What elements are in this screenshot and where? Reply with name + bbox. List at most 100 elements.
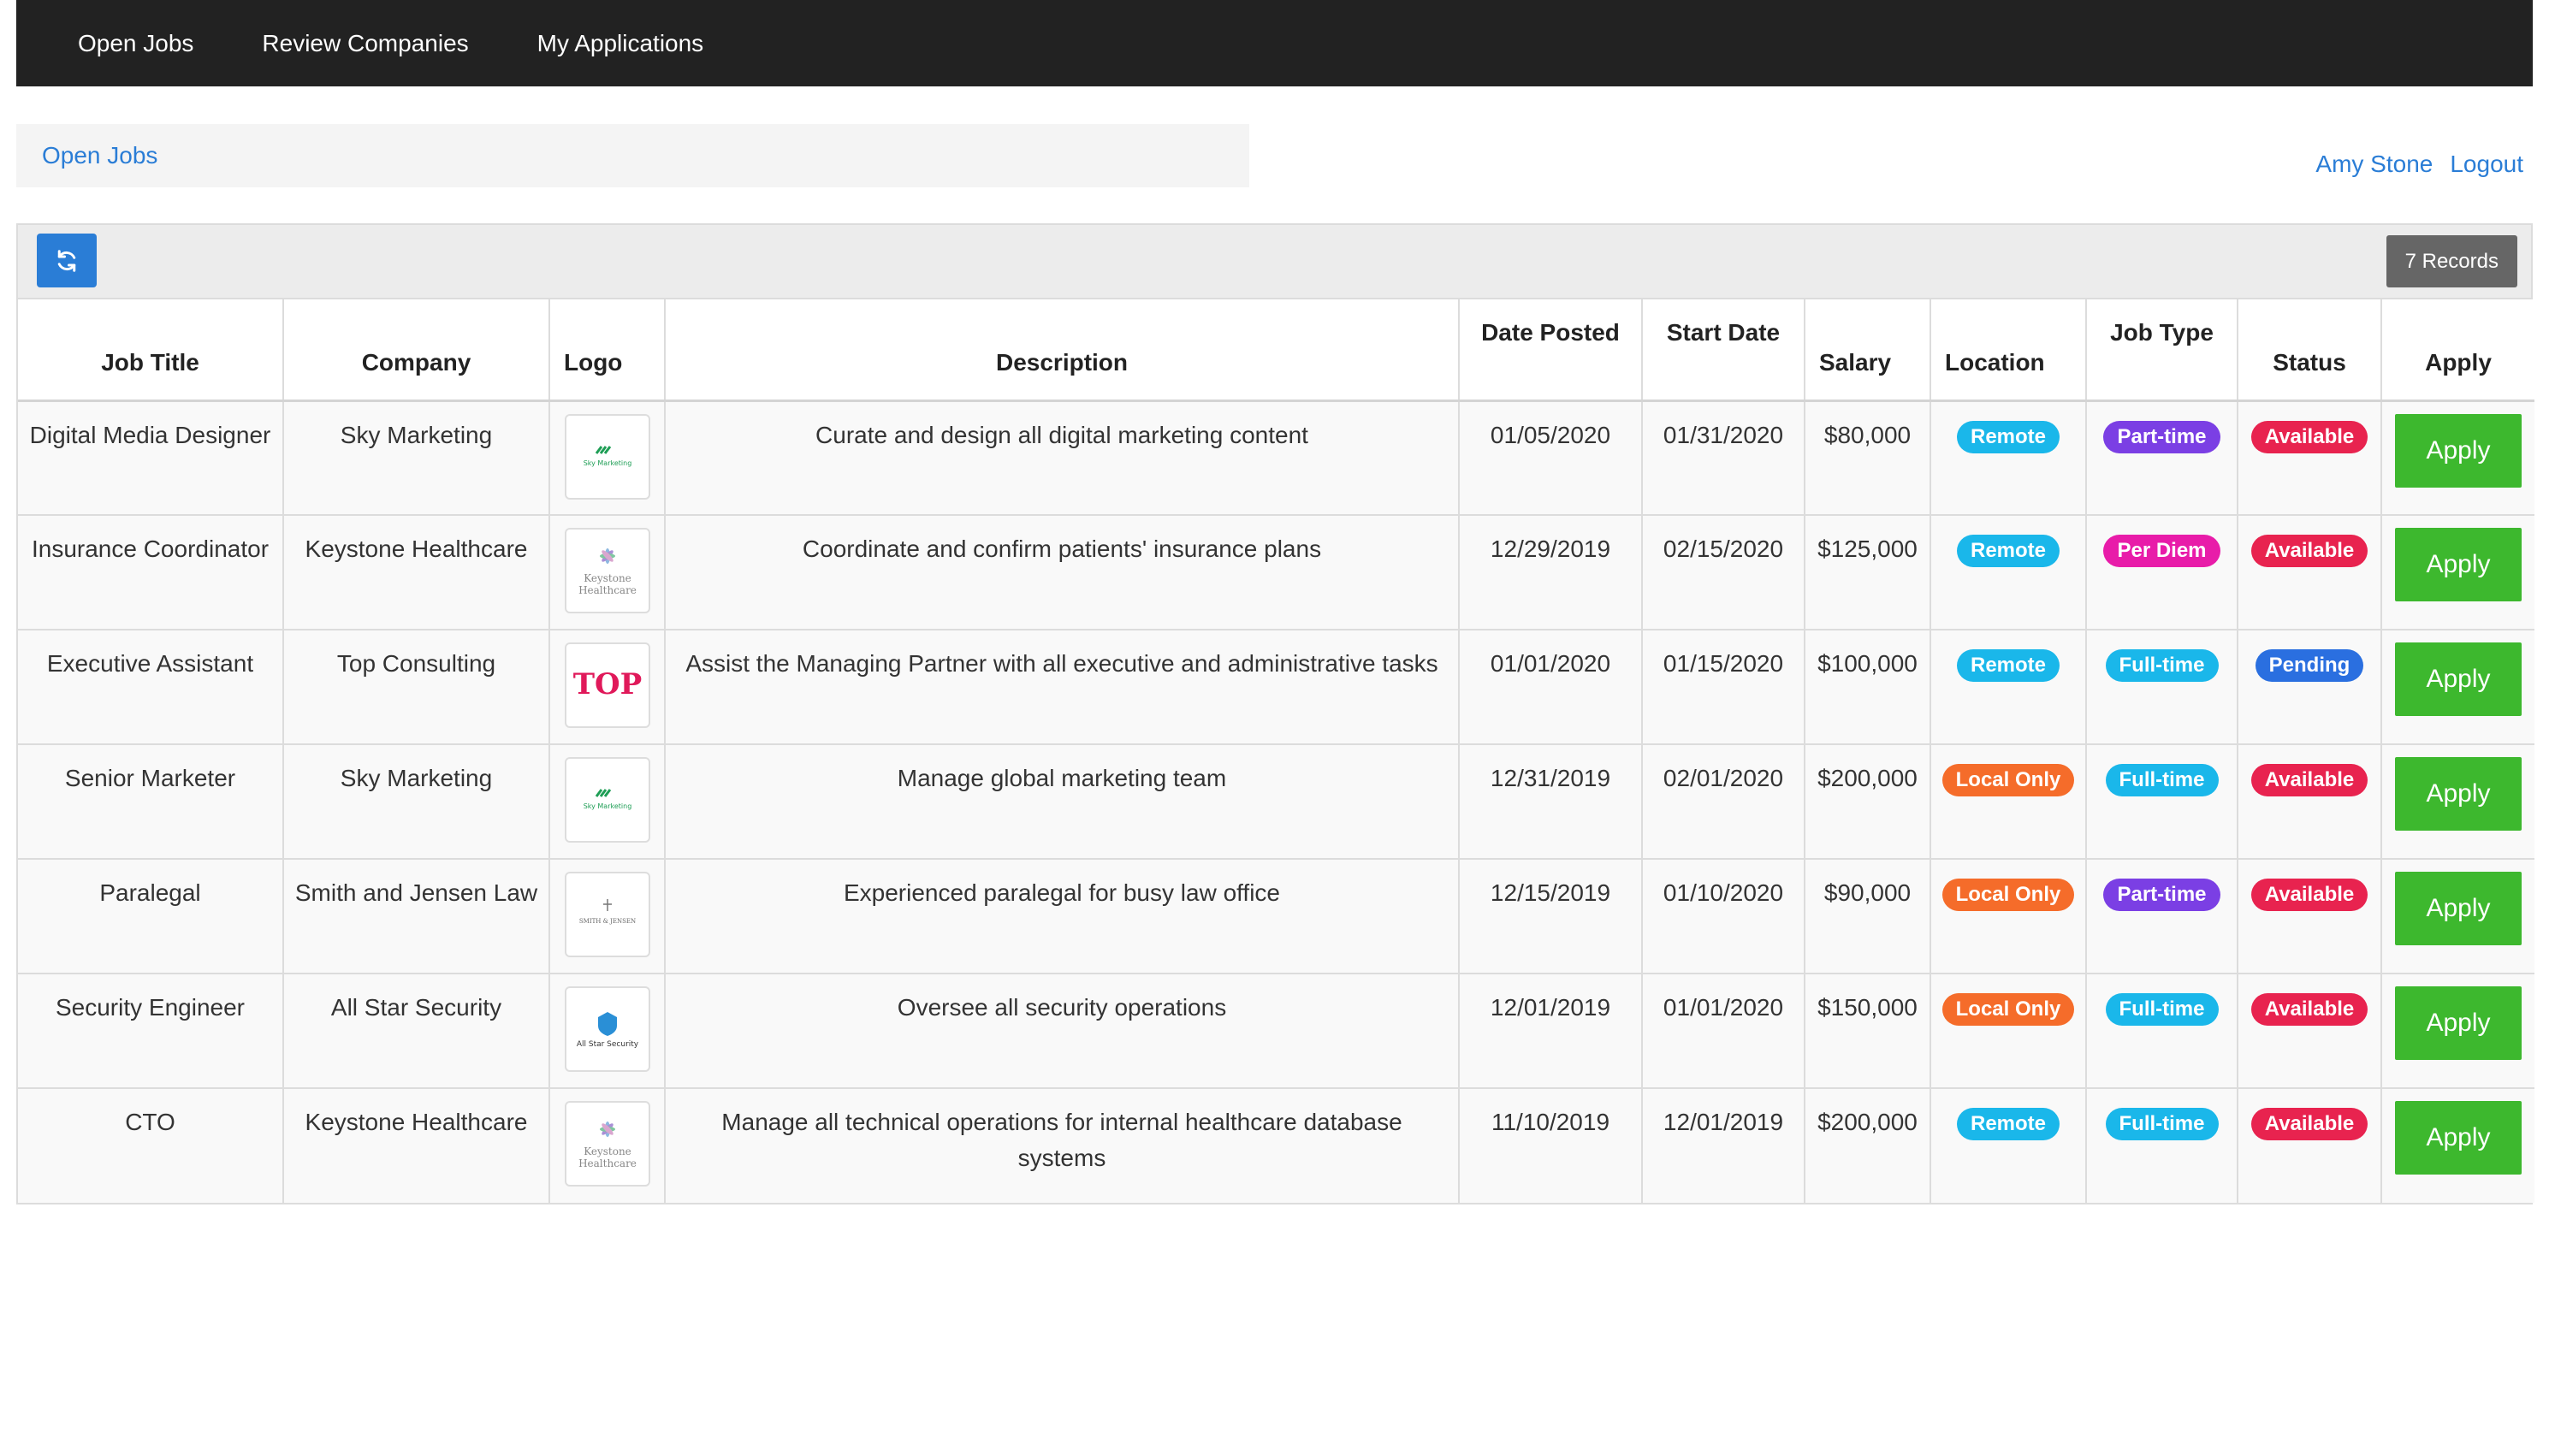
user-menu: Amy Stone Logout [2315, 151, 2523, 178]
company-logo: All Star Security [564, 986, 650, 1072]
location-badge: Remote [1956, 535, 2060, 567]
cell-company: Keystone Healthcare [283, 1088, 550, 1203]
cell-status: Available [2238, 515, 2382, 630]
apply-button[interactable]: Apply [2395, 986, 2522, 1060]
cell-start-date: 02/15/2020 [1642, 515, 1805, 630]
col-description[interactable]: Description [665, 299, 1460, 402]
col-status[interactable]: Status [2238, 299, 2382, 402]
col-location[interactable]: Location [1930, 299, 2087, 402]
nav-open-jobs[interactable]: Open Jobs [78, 30, 193, 57]
svg-text:Sky Marketing: Sky Marketing [583, 802, 631, 810]
table-row[interactable]: Insurance Coordinator Keystone Healthcare… [18, 515, 2534, 630]
company-logo: Keystone Healthcare [564, 528, 650, 613]
cell-date-posted: 12/29/2019 [1459, 515, 1643, 630]
apply-button[interactable]: Apply [2395, 528, 2522, 601]
col-apply[interactable]: Apply [2381, 299, 2534, 402]
cell-status: Available [2238, 1088, 2382, 1203]
location-badge: Remote [1956, 649, 2060, 682]
job-type-badge: Full-time [2105, 649, 2219, 682]
company-logo: Sky Marketing [564, 757, 650, 843]
cell-description: Manage all technical operations for inte… [665, 1088, 1460, 1203]
table-row[interactable]: Digital Media Designer Sky Marketing Sky M… [18, 400, 2534, 516]
apply-button[interactable]: Apply [2395, 413, 2522, 488]
table-row[interactable]: Senior Marketer Sky Marketing Sky Marketin… [18, 744, 2534, 860]
col-company[interactable]: Company [283, 299, 550, 402]
svg-text:Sky Marketing: Sky Marketing [583, 459, 631, 467]
col-logo[interactable]: Logo [549, 299, 666, 402]
nav-review-companies[interactable]: Review Companies [262, 30, 468, 57]
cell-apply: Apply [2381, 400, 2534, 516]
apply-button[interactable]: Apply [2395, 757, 2522, 831]
status-badge: Pending [2255, 649, 2364, 682]
cell-job-title: Security Engineer [18, 974, 284, 1089]
jobs-table: Job Title Company Logo Description Date … [18, 299, 2534, 1203]
cell-location: Remote [1930, 515, 2087, 630]
cell-description: Assist the Managing Partner with all exe… [665, 630, 1460, 745]
table-row[interactable]: Paralegal Smith and Jensen Law SMITH & JEN… [18, 859, 2534, 974]
cell-logo: Sky Marketing [549, 744, 666, 860]
apply-button[interactable]: Apply [2395, 1101, 2522, 1175]
svg-text:Keystone: Keystone [584, 1145, 631, 1157]
cell-status: Available [2238, 974, 2382, 1089]
cell-logo: Keystone Healthcare [549, 1088, 666, 1203]
grid-toolbar: 7 Records [18, 225, 2531, 299]
breadcrumb-open-jobs[interactable]: Open Jobs [42, 142, 157, 169]
cell-job-type: Part-time [2086, 859, 2238, 974]
col-date-posted[interactable]: Date Posted [1459, 299, 1643, 402]
apply-button[interactable]: Apply [2395, 642, 2522, 716]
col-start-date[interactable]: Start Date [1642, 299, 1805, 402]
cell-start-date: 01/01/2020 [1642, 974, 1805, 1089]
status-badge: Available [2250, 535, 2368, 567]
svg-text:TOP: TOP [572, 667, 641, 701]
cell-company: Sky Marketing [283, 400, 550, 516]
nav-my-applications[interactable]: My Applications [537, 30, 704, 57]
cell-apply: Apply [2381, 1088, 2534, 1203]
job-type-badge: Full-time [2105, 764, 2219, 796]
cell-company: Smith and Jensen Law [283, 859, 550, 974]
cell-date-posted: 12/15/2019 [1459, 859, 1643, 974]
cell-salary: $80,000 [1805, 400, 1931, 516]
cell-salary: $150,000 [1805, 974, 1931, 1089]
cell-job-title: Paralegal [18, 859, 284, 974]
refresh-button[interactable] [37, 234, 97, 287]
cell-date-posted: 01/01/2020 [1459, 630, 1643, 745]
cell-date-posted: 12/01/2019 [1459, 974, 1643, 1089]
table-row[interactable]: Security Engineer All Star Security All St… [18, 974, 2534, 1089]
apply-button[interactable]: Apply [2395, 872, 2522, 945]
cell-date-posted: 11/10/2019 [1459, 1088, 1643, 1203]
table-row[interactable]: CTO Keystone Healthcare Keystone Healthcare… [18, 1088, 2534, 1203]
cell-location: Local Only [1930, 974, 2087, 1089]
refresh-icon [57, 249, 76, 272]
col-salary[interactable]: Salary [1805, 299, 1931, 402]
job-type-badge: Full-time [2105, 1108, 2219, 1140]
jobs-table-body: Digital Media Designer Sky Marketing Sky M… [18, 400, 2534, 1203]
svg-text:Keystone: Keystone [584, 572, 631, 584]
logout-link[interactable]: Logout [2450, 151, 2523, 178]
col-job-type[interactable]: Job Type [2086, 299, 2238, 402]
cell-job-title: Senior Marketer [18, 744, 284, 860]
col-job-title[interactable]: Job Title [18, 299, 284, 402]
cell-status: Pending [2238, 630, 2382, 745]
cell-location: Remote [1930, 1088, 2087, 1203]
cell-date-posted: 01/05/2020 [1459, 400, 1643, 516]
job-type-badge: Per Diem [2103, 535, 2220, 567]
records-count-badge: 7 Records [2386, 235, 2517, 287]
cell-salary: $200,000 [1805, 744, 1931, 860]
cell-logo: SMITH & JENSEN [549, 859, 666, 974]
table-row[interactable]: Executive Assistant Top Consulting TOP Assi… [18, 630, 2534, 745]
company-logo: Keystone Healthcare [564, 1101, 650, 1187]
cell-logo: Sky Marketing [549, 400, 666, 516]
cell-location: Local Only [1930, 744, 2087, 860]
user-name-link[interactable]: Amy Stone [2315, 151, 2433, 178]
svg-text:Healthcare: Healthcare [578, 1157, 637, 1169]
cell-start-date: 12/01/2019 [1642, 1088, 1805, 1203]
status-badge: Available [2250, 764, 2368, 796]
cell-logo: TOP [549, 630, 666, 745]
location-badge: Local Only [1941, 879, 2075, 911]
cell-logo: All Star Security [549, 974, 666, 1089]
cell-job-type: Full-time [2086, 744, 2238, 860]
jobs-grid: 7 Records Job Title Company Logo Descrip… [16, 223, 2534, 1204]
cell-company: All Star Security [283, 974, 550, 1089]
cell-description: Oversee all security operations [665, 974, 1460, 1089]
cell-salary: $90,000 [1805, 859, 1931, 974]
